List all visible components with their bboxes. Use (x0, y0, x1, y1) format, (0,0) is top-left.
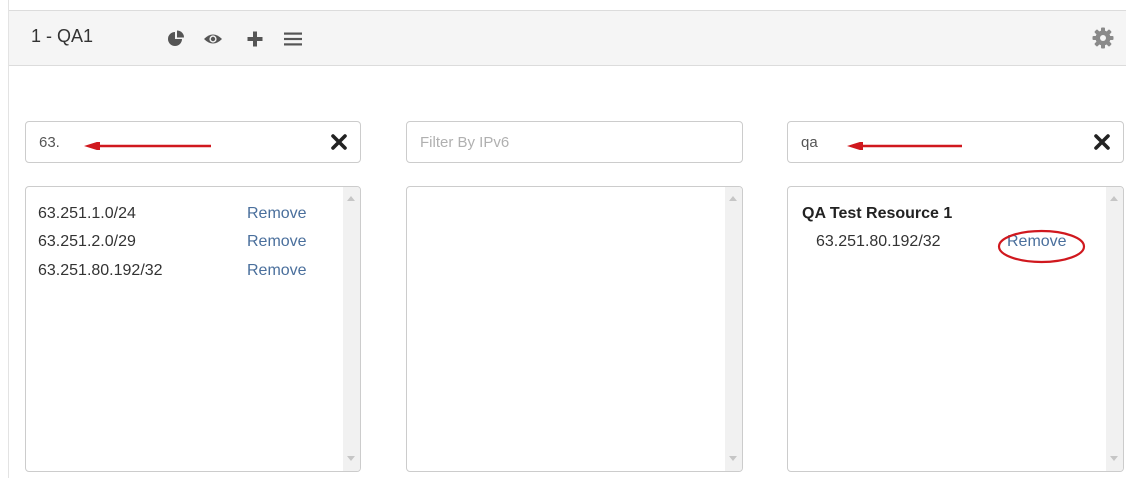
annotation-circle-icon (997, 229, 1086, 264)
ipv6-filter-box (406, 121, 743, 163)
pie-chart-icon[interactable] (166, 29, 186, 49)
list-item: 63.251.80.192/32 Remove (26, 262, 326, 284)
cidr-text: 63.251.80.192/32 (38, 262, 163, 279)
cidr-text: 63.251.80.192/32 (816, 233, 941, 250)
scroll-down-icon[interactable] (347, 456, 355, 461)
plus-icon[interactable] (245, 29, 265, 49)
cidr-text: 63.251.2.0/29 (38, 233, 136, 250)
resource-list-panel: QA Test Resource 1 63.251.80.192/32 Remo… (787, 186, 1124, 472)
scrollbar[interactable] (1106, 187, 1123, 471)
resource-name: QA Test Resource 1 (802, 205, 953, 222)
ipv6-list-panel (406, 186, 743, 472)
scroll-down-icon[interactable] (729, 456, 737, 461)
panel-header: 1 - QA1 (9, 10, 1126, 66)
container-border (8, 0, 9, 478)
ipv6-filter-input[interactable] (420, 131, 670, 153)
scroll-down-icon[interactable] (1110, 456, 1118, 461)
clear-icon[interactable] (330, 133, 348, 151)
clear-icon[interactable] (1093, 133, 1111, 151)
annotation-arrow-icon (847, 142, 962, 150)
eye-icon[interactable] (203, 29, 223, 49)
list-item: 63.251.1.0/24 Remove (26, 205, 326, 227)
scrollbar[interactable] (343, 187, 360, 471)
page-title: 1 - QA1 (31, 26, 94, 46)
remove-link[interactable]: Remove (247, 233, 307, 251)
scroll-up-icon[interactable] (347, 196, 355, 201)
annotation-arrow-icon (84, 142, 211, 150)
scroll-up-icon[interactable] (729, 196, 737, 201)
scroll-up-icon[interactable] (1110, 196, 1118, 201)
gear-icon[interactable] (1092, 27, 1114, 49)
remove-link[interactable]: Remove (247, 205, 307, 223)
list-item: 63.251.2.0/29 Remove (26, 233, 326, 255)
cidr-text: 63.251.1.0/24 (38, 205, 136, 222)
remove-link[interactable]: Remove (247, 262, 307, 280)
ipv4-list-panel: 63.251.1.0/24 Remove 63.251.2.0/29 Remov… (25, 186, 361, 472)
scrollbar[interactable] (725, 187, 742, 471)
menu-icon[interactable] (283, 29, 303, 49)
